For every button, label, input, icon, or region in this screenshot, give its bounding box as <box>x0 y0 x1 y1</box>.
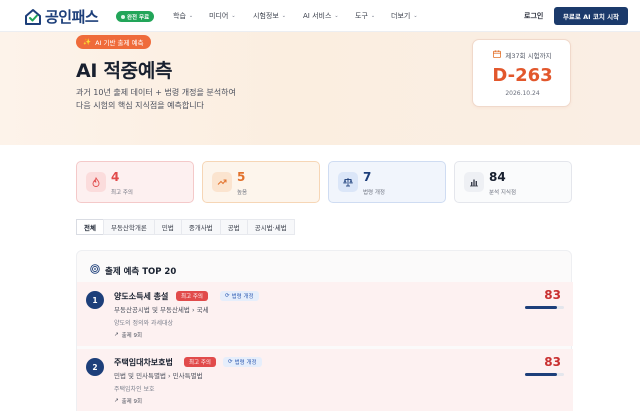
page-title: AI 적중예측 <box>76 60 173 82</box>
hero-subtitle-line: 다음 시험의 핵심 지식점을 예측합니다 <box>76 101 204 110</box>
hero-subtitle: 과거 10년 출제 데이터 + 법령 개정을 분석하여 다음 시험의 핵심 지식… <box>76 86 306 112</box>
subject-path: 민법 및 민사특별법 › 민사특별법 <box>114 372 203 380</box>
stat-value: 7 <box>363 170 372 184</box>
menu-item-exam-info[interactable]: 시험정보 ⌄ <box>253 0 286 32</box>
menu-label: 미디어 <box>209 12 229 20</box>
score-bar-fill <box>525 306 558 309</box>
stat-label: 법령 개정 <box>363 190 385 196</box>
calendar-icon <box>493 50 502 60</box>
stat-label: 높음 <box>237 190 248 196</box>
refresh-icon: ⟳ <box>228 359 233 365</box>
topic-title: 주택임대차보호법 <box>114 358 173 367</box>
prediction-score: 83 <box>544 355 561 369</box>
top-nav: 공인패스 완전 무료 학습 ⌄ 미디어 ⌄ 시험정보 ⌄ AI 서비스 ⌄ 도구 ⌄ 더보… <box>0 0 640 32</box>
menu-label: 도구 <box>355 12 368 20</box>
chevron-down-icon: ⌄ <box>188 13 194 19</box>
menu-label: 더보기 <box>391 12 411 20</box>
hero-tag: ✨ AI 기반 출제 예측 <box>76 35 151 49</box>
panel-header: 출제 예측 TOP 20 <box>90 264 176 277</box>
stat-value: 84 <box>489 170 506 184</box>
prediction-row[interactable]: 1 양도소득세 총설 최고 주의 ⟳ 법령 개정 부동산공시법 및 부동산세법 ›… <box>77 282 573 346</box>
menu-item-ai-service[interactable]: AI 서비스 ⌄ <box>303 0 339 32</box>
tab-civil-law[interactable]: 민법 <box>153 219 182 235</box>
score-bar <box>525 373 564 376</box>
chevron-down-icon: ⌄ <box>334 13 339 19</box>
hero-subtitle-line: 과거 10년 출제 데이터 + 법령 개정을 분석하여 <box>76 88 236 97</box>
menu-item-more[interactable]: 더보기 ⌄ <box>391 0 418 32</box>
menu-item-study[interactable]: 학습 ⌄ <box>173 0 193 32</box>
subtopic: 양도의 정의와 과세대상 <box>114 320 174 327</box>
exam-date: 2026.10.24 <box>505 90 540 97</box>
start-ai-coach-button[interactable]: 무료로 AI 코치 시작 <box>554 7 628 25</box>
rank-badge: 1 <box>86 291 104 309</box>
priority-badge: 최고 주의 <box>184 357 216 367</box>
tab-registration-tax-law[interactable]: 공시법·세법 <box>246 219 295 235</box>
trend-icon: ↗ <box>114 332 119 338</box>
refresh-icon: ⟳ <box>225 293 230 299</box>
bar-chart-icon <box>464 172 484 192</box>
rank-badge: 2 <box>86 358 104 376</box>
subject-filter-tabs: 전체 부동산학개론 민법 중개사법 공법 공시법·세법 <box>76 219 295 235</box>
frequency-label: 출제 9회 <box>121 333 143 339</box>
law-change-badge: ⟳ 법령 개정 <box>223 357 262 367</box>
chevron-down-icon: ⌄ <box>281 13 286 19</box>
subject-path: 부동산공시법 및 부동산세법 › 국세 <box>114 306 209 314</box>
panel-title: 출제 예측 TOP 20 <box>105 266 177 277</box>
house-check-icon <box>24 8 42 26</box>
subtopic: 주택임차인 보호 <box>114 386 155 393</box>
prediction-row[interactable]: 2 주택임대차보호법 최고 주의 ⟳ 법령 개정 민법 및 민사특별법 › 민사특… <box>77 349 573 411</box>
frequency: ↗ 출제 9회 <box>114 331 142 339</box>
trending-up-icon <box>212 172 232 192</box>
topic-title: 양도소득세 총설 <box>114 292 169 301</box>
stat-card-high: 5 높음 <box>202 161 320 203</box>
chevron-down-icon: ⌄ <box>370 13 376 19</box>
menu-item-tools[interactable]: 도구 ⌄ <box>355 0 375 32</box>
priority-badge: 최고 주의 <box>176 291 208 301</box>
menu-label: 시험정보 <box>253 12 279 20</box>
tab-public-law[interactable]: 공법 <box>219 219 248 235</box>
prediction-panel: 출제 예측 TOP 20 1 양도소득세 총설 최고 주의 ⟳ 법령 개정 부동산… <box>76 250 573 411</box>
tab-real-estate-intro[interactable]: 부동산학개론 <box>102 219 155 235</box>
frequency-label: 출제 9회 <box>121 399 143 405</box>
frequency: ↗ 출제 9회 <box>114 397 142 405</box>
stat-value: 5 <box>237 170 246 184</box>
menu-item-media[interactable]: 미디어 ⌄ <box>209 0 236 32</box>
target-icon <box>90 264 100 277</box>
free-badge-label: 완전 무료 <box>127 14 150 21</box>
prediction-score: 83 <box>544 288 561 302</box>
hero-tag-label: AI 기반 출제 예측 <box>95 39 144 47</box>
tab-brokerage-law[interactable]: 중개사법 <box>180 219 221 235</box>
dday-card: 제37회 시험까지 D-263 2026.10.24 <box>472 39 571 107</box>
login-link[interactable]: 로그인 <box>524 11 543 21</box>
law-change-label: 법령 개정 <box>231 294 254 300</box>
stat-card-top-priority: 4 최고 주의 <box>76 161 194 203</box>
stat-card-analyzed: 84 분석 지식점 <box>454 161 572 203</box>
chevron-down-icon: ⌄ <box>413 13 418 19</box>
logo-text: 공인패스 <box>45 8 99 26</box>
badge-dot-icon <box>121 14 125 19</box>
trend-icon: ↗ <box>114 398 119 404</box>
stat-label: 최고 주의 <box>111 190 133 196</box>
dday-label-row: 제37회 시험까지 <box>473 50 572 60</box>
free-badge: 완전 무료 <box>116 11 155 22</box>
menu-label: 학습 <box>173 12 186 20</box>
dday-value: D-263 <box>492 65 553 86</box>
score-bar-fill <box>525 373 558 376</box>
tab-all[interactable]: 전체 <box>76 219 104 235</box>
law-change-badge: ⟳ 법령 개정 <box>220 291 259 301</box>
score-bar <box>525 306 564 309</box>
stat-value: 4 <box>111 170 120 184</box>
law-change-label: 법령 개정 <box>234 360 257 366</box>
stat-card-law-change: 7 법령 개정 <box>328 161 446 203</box>
fire-icon <box>86 172 106 192</box>
stat-label: 분석 지식점 <box>489 190 517 196</box>
sparkle-icon: ✨ <box>83 38 92 46</box>
menu-label: AI 서비스 <box>303 12 332 20</box>
scale-icon <box>338 172 358 192</box>
chevron-down-icon: ⌄ <box>231 13 236 19</box>
dday-label: 제37회 시험까지 <box>505 52 552 60</box>
logo[interactable]: 공인패스 <box>24 6 99 27</box>
